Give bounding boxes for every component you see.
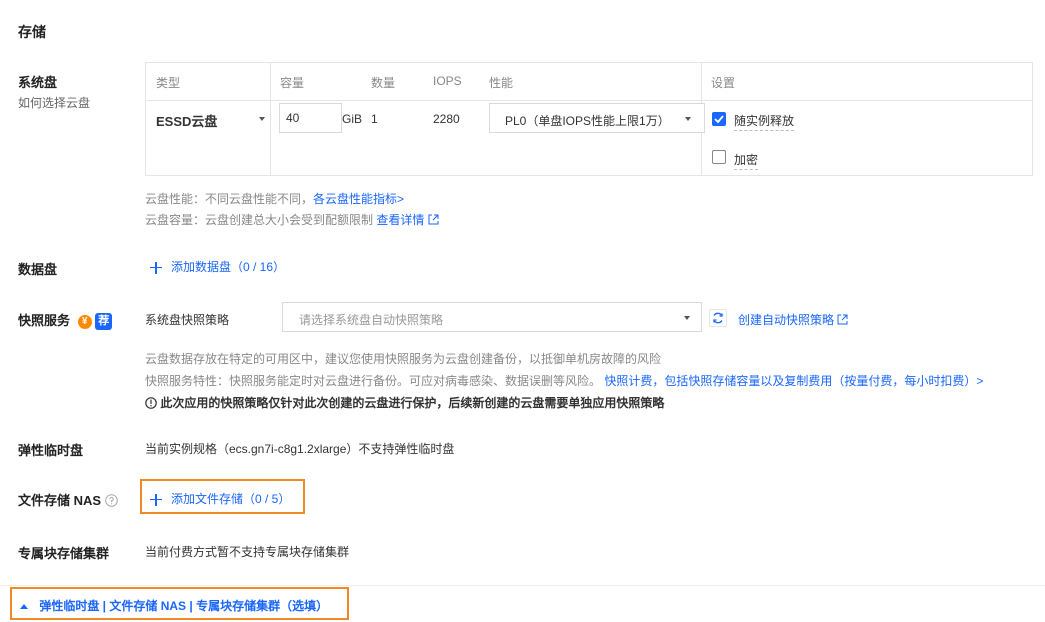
plus-icon: [150, 261, 162, 274]
chevron-down-icon: [259, 117, 265, 121]
add-nas-button[interactable]: 添加文件存储（0 / 5）: [150, 490, 291, 507]
warning-icon: [145, 397, 157, 409]
disk-performance-note: 云盘性能：不同云盘性能不同，各云盘性能指标>: [145, 192, 405, 206]
disk-capacity-note: 云盘容量：云盘创建总大小会受到配额限制 查看详情: [145, 211, 439, 228]
header-iops: IOPS: [433, 74, 462, 88]
disk-iops: 2280: [433, 112, 460, 126]
header-count: 数量: [371, 76, 396, 90]
data-disk-label: 数据盘: [18, 262, 58, 277]
storage-section-title: 存储: [18, 24, 46, 40]
snapshot-label: 快照服务 ¥ 荐: [18, 310, 113, 331]
chevron-down-icon: [684, 316, 690, 320]
header-capacity: 容量: [280, 76, 305, 90]
disk-performance-link[interactable]: 各云盘性能指标>: [313, 192, 404, 206]
external-link-icon: [837, 314, 848, 325]
view-details-link[interactable]: 查看详情: [376, 213, 424, 227]
disk-type-select[interactable]: ESSD云盘: [156, 111, 265, 131]
recommend-badge: 荐: [95, 313, 113, 331]
performance-level-select[interactable]: PL0（单盘IOPS性能上限1万）: [489, 103, 705, 133]
add-data-disk-button[interactable]: 添加数据盘（0 / 16）: [150, 258, 286, 275]
check-icon: [714, 115, 724, 124]
release-with-instance-checkbox[interactable]: [712, 112, 726, 126]
capacity-unit: GiB: [342, 112, 363, 126]
add-data-disk-label: 添加数据盘（0 / 16）: [171, 260, 286, 274]
divider: [0, 585, 1045, 586]
table-header: 类型 容量 数量 IOPS 性能 设置: [146, 63, 1032, 101]
header-type: 类型: [156, 76, 181, 90]
add-nas-label: 添加文件存储（0 / 5）: [171, 492, 291, 506]
snapshot-warning: 此次应用的快照策略仅针对此次创建的云盘进行保护，后续新创建的云盘需要单独应用快照…: [145, 394, 664, 411]
caret-up-icon: [20, 604, 28, 609]
encrypt-label[interactable]: 加密: [734, 151, 759, 170]
elastic-temp-disk-label: 弹性临时盘: [18, 443, 84, 458]
external-link-icon: [428, 214, 439, 225]
release-with-instance-label[interactable]: 随实例释放: [734, 112, 795, 131]
header-performance: 性能: [489, 76, 514, 90]
chevron-down-icon: [685, 117, 691, 121]
disk-type-value: ESSD云盘: [156, 114, 218, 129]
header-settings: 设置: [711, 76, 736, 90]
system-disk-label: 系统盘: [18, 75, 58, 90]
snapshot-note-1: 云盘数据存放在特定的可用区中，建议您使用快照服务为云盘创建备份，以抵御单机房故障…: [145, 352, 662, 366]
plus-icon: [150, 493, 162, 506]
help-icon: [104, 494, 118, 507]
disk-count: 1: [371, 112, 378, 126]
snapshot-policy-label: 系统盘快照策略: [145, 313, 230, 327]
snapshot-billing-link[interactable]: 快照计费，包括快照存储容量以及复制费用（按量付费，每小时扣费）>: [604, 374, 983, 388]
snapshot-policy-placeholder: 请选择系统盘自动快照策略: [299, 313, 444, 327]
fee-badge-icon: ¥: [77, 314, 92, 329]
system-disk-table: 类型 容量 数量 IOPS 性能 设置 ESSD云盘 40 GiB 1 2280…: [145, 62, 1033, 176]
performance-value: PL0（单盘IOPS性能上限1万）: [505, 114, 670, 128]
dedicated-block-label: 专属块存储集群: [18, 546, 110, 561]
nas-label: 文件存储 NAS: [18, 490, 118, 509]
optional-settings-toggle[interactable]: 弹性临时盘 | 文件存储 NAS | 专属块存储集群（选填）: [20, 597, 328, 614]
create-snapshot-policy-link[interactable]: 创建自动快照策略: [738, 311, 848, 328]
dedicated-block-text: 当前付费方式暂不支持专属块存储集群: [145, 545, 350, 559]
how-to-choose-disk-link[interactable]: 如何选择云盘: [18, 94, 90, 111]
refresh-button[interactable]: [709, 309, 727, 327]
encrypt-checkbox[interactable]: [712, 150, 726, 164]
snapshot-policy-select[interactable]: 请选择系统盘自动快照策略: [282, 302, 702, 332]
elastic-temp-disk-text: 当前实例规格（ecs.gn7i-c8g1.2xlarge）不支持弹性临时盘: [145, 442, 455, 456]
capacity-input[interactable]: 40: [279, 103, 342, 133]
refresh-icon: [713, 312, 723, 324]
snapshot-note-2: 快照服务特性：快照服务能定时对云盘进行备份。可应对病毒感染、数据误删等风险。 快…: [145, 374, 984, 388]
